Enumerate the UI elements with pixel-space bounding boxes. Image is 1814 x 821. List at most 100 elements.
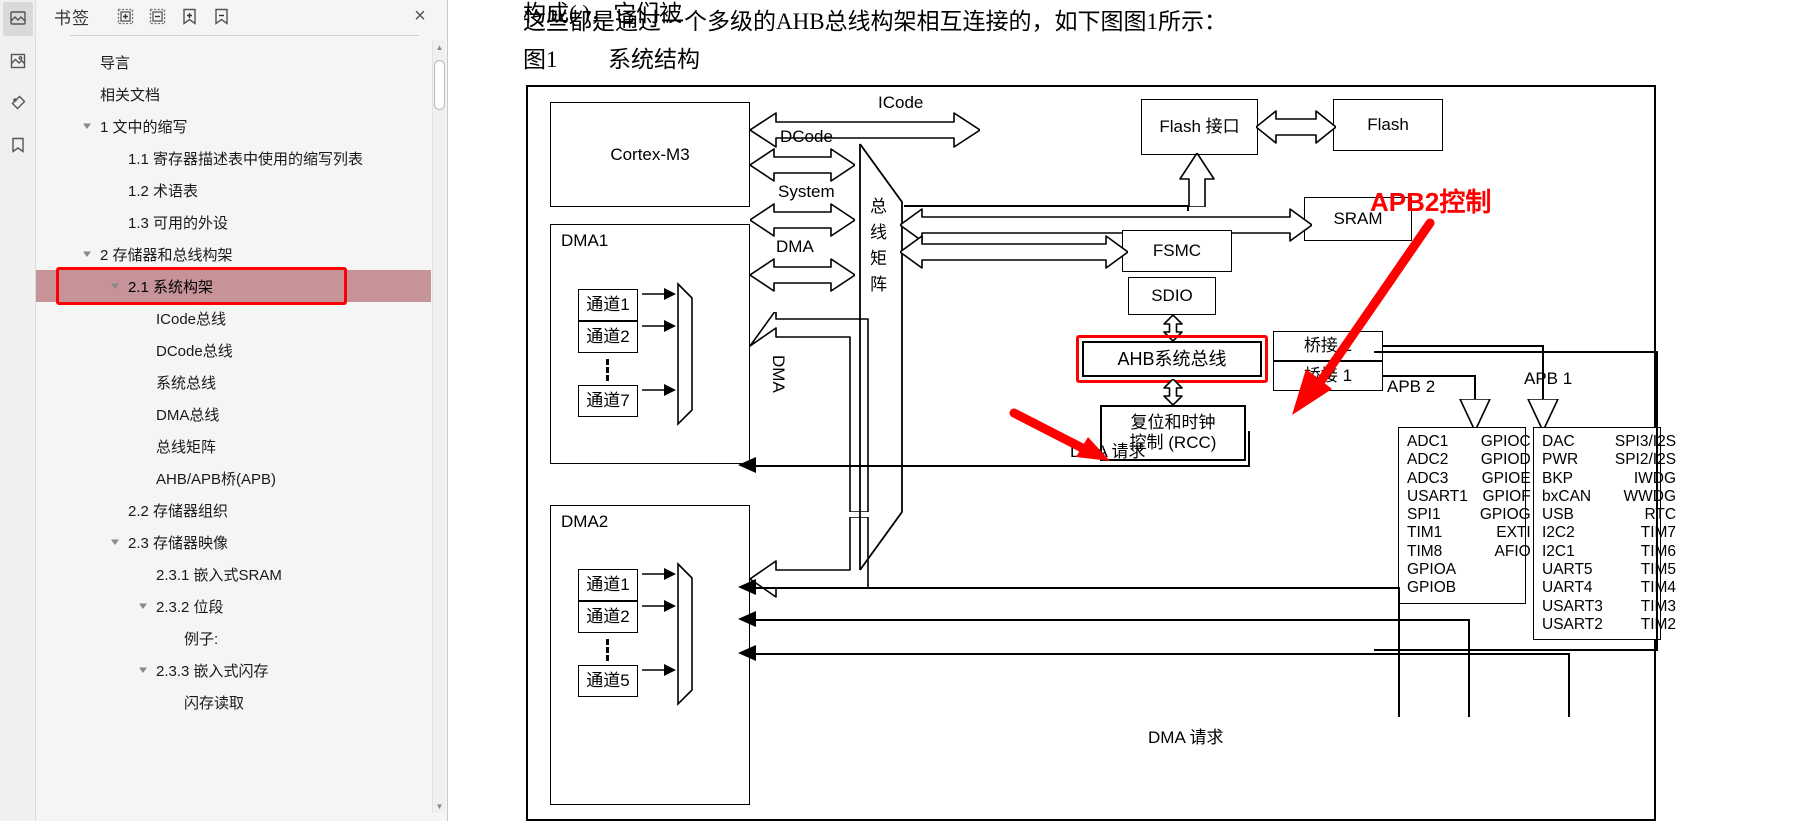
bus-label-apb2: APB 2 [1387, 377, 1436, 396]
dma2-channel-ellipsis [606, 639, 609, 661]
apb2-peripheral-list: ADC1 ADC2 ADC3 USART1 SPI1 TIM1 TIM8 GPI… [1398, 427, 1531, 604]
annotation-icon[interactable] [3, 86, 33, 120]
apb2-p-3: USART1 [1407, 487, 1468, 505]
line-dma-request-top [750, 465, 1250, 467]
bookmark-item-label: 1 文中的缩写 [100, 118, 188, 136]
apb1-q-7: TIM5 [1640, 560, 1677, 578]
apb2-p-2: ADC3 [1407, 469, 1449, 487]
scrollbar-thumb[interactable] [434, 60, 445, 110]
periph-frame-bottom [1374, 649, 1658, 651]
bus-label-dcode: DCode [780, 127, 833, 146]
block-bridge2: 桥接 2 [1273, 331, 1383, 361]
apb1-p-3: bxCAN [1542, 487, 1592, 505]
bookmark-item[interactable]: 2.3.1 嵌入式SRAM [36, 558, 431, 590]
collapse-all-icon[interactable] [144, 4, 170, 28]
bookmark-item-label: DMA总线 [156, 406, 220, 424]
thumbnails-icon[interactable] [2, 2, 33, 36]
expand-all-icon[interactable] [112, 4, 138, 28]
bookmark-item-label: 2.3.1 嵌入式SRAM [156, 566, 282, 584]
scroll-down-icon[interactable]: ▼ [433, 799, 446, 813]
bookmark-rail-icon[interactable] [3, 128, 33, 162]
apb2-p-0: ADC1 [1407, 433, 1449, 450]
chevron-down-icon[interactable] [136, 599, 150, 613]
bookmark-item-label: 闪存读取 [184, 694, 245, 712]
apb1-peripheral-list: DAC PWR BKP bxCAN USB I2C2 I2C1 UART5 UA… [1533, 427, 1676, 641]
bus-label-dma-vertical: DMA [769, 355, 788, 393]
apb1-p-5: I2C2 [1542, 524, 1575, 542]
bookmark-item[interactable]: AHB/APB桥(APB) [36, 462, 431, 494]
scroll-up-icon[interactable]: ▲ [433, 40, 446, 54]
bookmark-item-label: 2.1 系统构架 [128, 278, 214, 296]
bookmark-item[interactable]: 总线矩阵 [36, 430, 431, 462]
bookmarks-header: 书签 × [36, 0, 447, 32]
bookmark-item[interactable]: 2.2 存储器组织 [36, 494, 431, 526]
line-bridge2-apb1 [1383, 345, 1543, 347]
arrow-up-to-flashif [1176, 153, 1218, 207]
dma1-channel-7: 通道7 [578, 385, 638, 417]
add-bookmark-icon[interactable] [176, 4, 202, 28]
bookmark-item[interactable]: 2.3 存储器映像 [36, 526, 431, 558]
apb1-p-7: UART5 [1542, 560, 1593, 578]
dma2-channel-1: 通道1 [578, 569, 638, 601]
block-ahb-system-bus: AHB系统总线 [1082, 341, 1262, 377]
apb2-q-6: AFIO [1494, 542, 1531, 560]
bookmarks-scroll-area: 导言 相关文档 1 文中的缩写 1.1 寄存器描述表中使用的缩写列表 1.2 术语表 1.… [36, 36, 447, 821]
bookmark-item[interactable]: 系统总线 [36, 366, 431, 398]
apb1-q-4: RTC [1644, 506, 1677, 524]
remove-bookmark-icon[interactable] [208, 4, 234, 28]
line-dma-req-bv3 [1568, 653, 1570, 717]
apb1-q-9: TIM3 [1640, 597, 1677, 615]
pdf-page: 构成( )，它们被 这些都是通过一个多级的AHB总线构架相互连接的，如下图图1所… [448, 0, 1814, 821]
periph-frame-right [1656, 351, 1658, 651]
bus-label-system: System [778, 182, 835, 201]
left-icon-rail [0, 0, 36, 821]
document-viewer[interactable]: 构成( )，它们被 这些都是通过一个多级的AHB总线构架相互连接的，如下图图1所… [448, 0, 1814, 821]
bookmark-item[interactable]: 2.3.2 位段 [36, 590, 431, 622]
bookmark-item-label: AHB/APB桥(APB) [156, 470, 277, 488]
bookmark-item[interactable]: DMA总线 [36, 398, 431, 430]
bookmark-item[interactable]: 1 文中的缩写 [36, 110, 431, 142]
close-icon[interactable]: × [407, 4, 433, 28]
block-dma2-label: DMA2 [561, 512, 609, 531]
bookmark-item[interactable]: 2.3.3 嵌入式闪存 [36, 654, 431, 686]
chevron-down-icon[interactable] [108, 535, 122, 549]
arrowhead-dma-req-b3 [738, 643, 758, 663]
dma2-mux [638, 562, 698, 707]
bookmark-item[interactable]: 1.3 可用的外设 [36, 206, 431, 238]
bookmark-item[interactable]: DCode总线 [36, 334, 431, 366]
bus-label-apb1: APB 1 [1524, 369, 1573, 388]
periph-frame-top [1374, 351, 1658, 353]
arrow-sdio-ahb [1161, 315, 1185, 341]
figure-caption-text: 系统结构 [608, 47, 700, 72]
block-sdio: SDIO [1128, 277, 1216, 315]
bookmark-item[interactable]: 1.1 寄存器描述表中使用的缩写列表 [36, 142, 431, 174]
bookmark-item-label: 系统总线 [156, 374, 217, 392]
bookmark-item[interactable]: 例子: [36, 622, 431, 654]
pages-icon[interactable] [3, 44, 33, 78]
apb2-peripherals-left: ADC1 ADC2 ADC3 USART1 SPI1 TIM1 TIM8 GPI… [1407, 433, 1468, 598]
bookmarks-scrollbar[interactable]: ▲ ▼ [432, 40, 445, 813]
bookmark-item[interactable]: ICode总线 [36, 302, 431, 334]
bookmark-item[interactable]: 导言 [36, 46, 431, 78]
bookmark-item[interactable]: 相关文档 [36, 78, 431, 110]
chevron-down-icon[interactable] [136, 663, 150, 677]
bookmark-item-label: 2.2 存储器组织 [128, 502, 229, 520]
chevron-down-icon[interactable] [80, 247, 94, 261]
apb2-p-5: TIM1 [1407, 524, 1443, 542]
chevron-down-icon[interactable] [80, 119, 94, 133]
apb1-q-2: IWDG [1633, 469, 1677, 487]
line-dma-req-b1 [750, 587, 1400, 589]
bookmark-item-label: 2.3.2 位段 [156, 598, 224, 616]
apb1-p-1: PWR [1542, 451, 1579, 469]
bookmark-item[interactable]: 1.2 术语表 [36, 174, 431, 206]
apb2-p-4: SPI1 [1407, 506, 1441, 524]
bookmark-item[interactable]: 2.1 系统构架 [36, 270, 431, 302]
chevron-down-icon[interactable] [108, 279, 122, 293]
line-bridge1-apb2 [1383, 375, 1475, 377]
arrow-flashif-flash [1256, 107, 1336, 147]
bookmark-item-label: 1.3 可用的外设 [128, 214, 229, 232]
arrow-dma [750, 255, 855, 295]
bookmark-item[interactable]: 2 存储器和总线构架 [36, 238, 431, 270]
bookmark-item-label: 1.2 术语表 [128, 182, 199, 200]
bookmark-item[interactable]: 闪存读取 [36, 686, 431, 718]
